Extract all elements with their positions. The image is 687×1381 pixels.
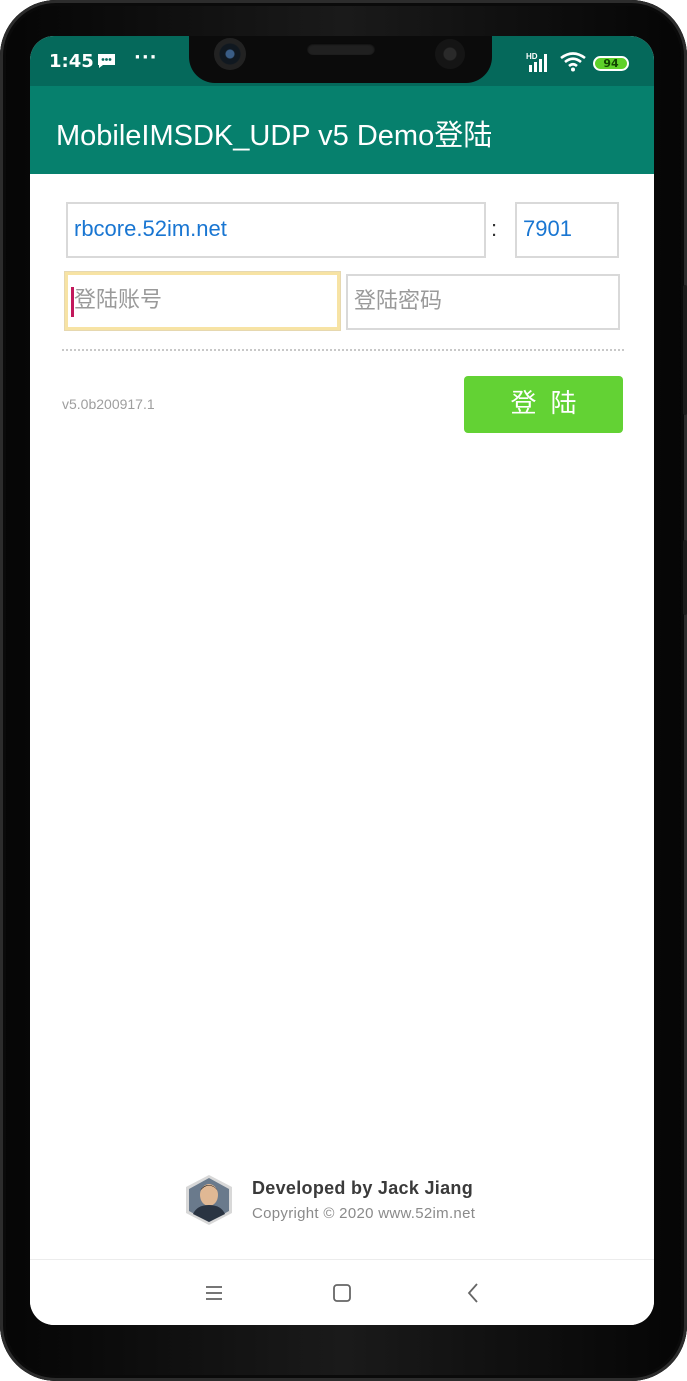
server-host-value: rbcore.52im.net (74, 216, 227, 241)
front-camera (214, 38, 246, 70)
menu-icon[interactable] (199, 1278, 229, 1308)
home-icon[interactable] (327, 1278, 357, 1308)
account-placeholder: 登陆账号 (74, 287, 163, 312)
text-caret (71, 287, 74, 317)
server-port-input[interactable]: 7901 (515, 202, 619, 258)
app-bar: MobileIMSDK_UDP v5 Demo登陆 (30, 86, 654, 174)
power-button (683, 540, 687, 615)
screen: 1:45 ··· HD 94 MobileIMSDK_UDP v5 Demo登陆… (30, 36, 654, 1325)
signal-icon: HD (526, 52, 547, 72)
battery-level: 94 (603, 57, 619, 70)
more-notifications-icon: ··· (134, 47, 158, 68)
front-sensor (435, 39, 465, 69)
developer-credit: Developed by Jack Jiang (252, 1178, 473, 1198)
password-input[interactable]: 登陆密码 (346, 274, 620, 330)
message-icon (98, 54, 115, 68)
password-placeholder: 登陆密码 (354, 288, 443, 313)
account-input[interactable]: 登陆账号 (64, 271, 341, 331)
status-time: 1:45 (49, 51, 94, 72)
back-icon[interactable] (459, 1278, 489, 1308)
battery-icon: 94 (593, 56, 629, 71)
developer-avatar (186, 1175, 232, 1225)
version-label: v5.0b200917.1 (62, 396, 155, 412)
port-separator: : (491, 216, 498, 241)
copyright-text: Copyright © 2020 www.52im.net (252, 1205, 476, 1222)
page-title: MobileIMSDK_UDP v5 Demo登陆 (56, 120, 493, 152)
login-button[interactable]: 登陆 (464, 376, 623, 433)
navigation-bar (30, 1259, 654, 1325)
volume-button (683, 285, 687, 415)
earpiece-speaker (307, 43, 375, 55)
server-host-input[interactable]: rbcore.52im.net (66, 202, 486, 258)
wifi-icon (560, 52, 586, 72)
status-bar: 1:45 ··· HD 94 (30, 36, 654, 86)
server-port-value: 7901 (523, 216, 572, 241)
network-label: HD (526, 52, 538, 61)
phone-frame: 1:45 ··· HD 94 MobileIMSDK_UDP v5 Demo登陆… (0, 0, 687, 1381)
form-divider (62, 349, 624, 351)
